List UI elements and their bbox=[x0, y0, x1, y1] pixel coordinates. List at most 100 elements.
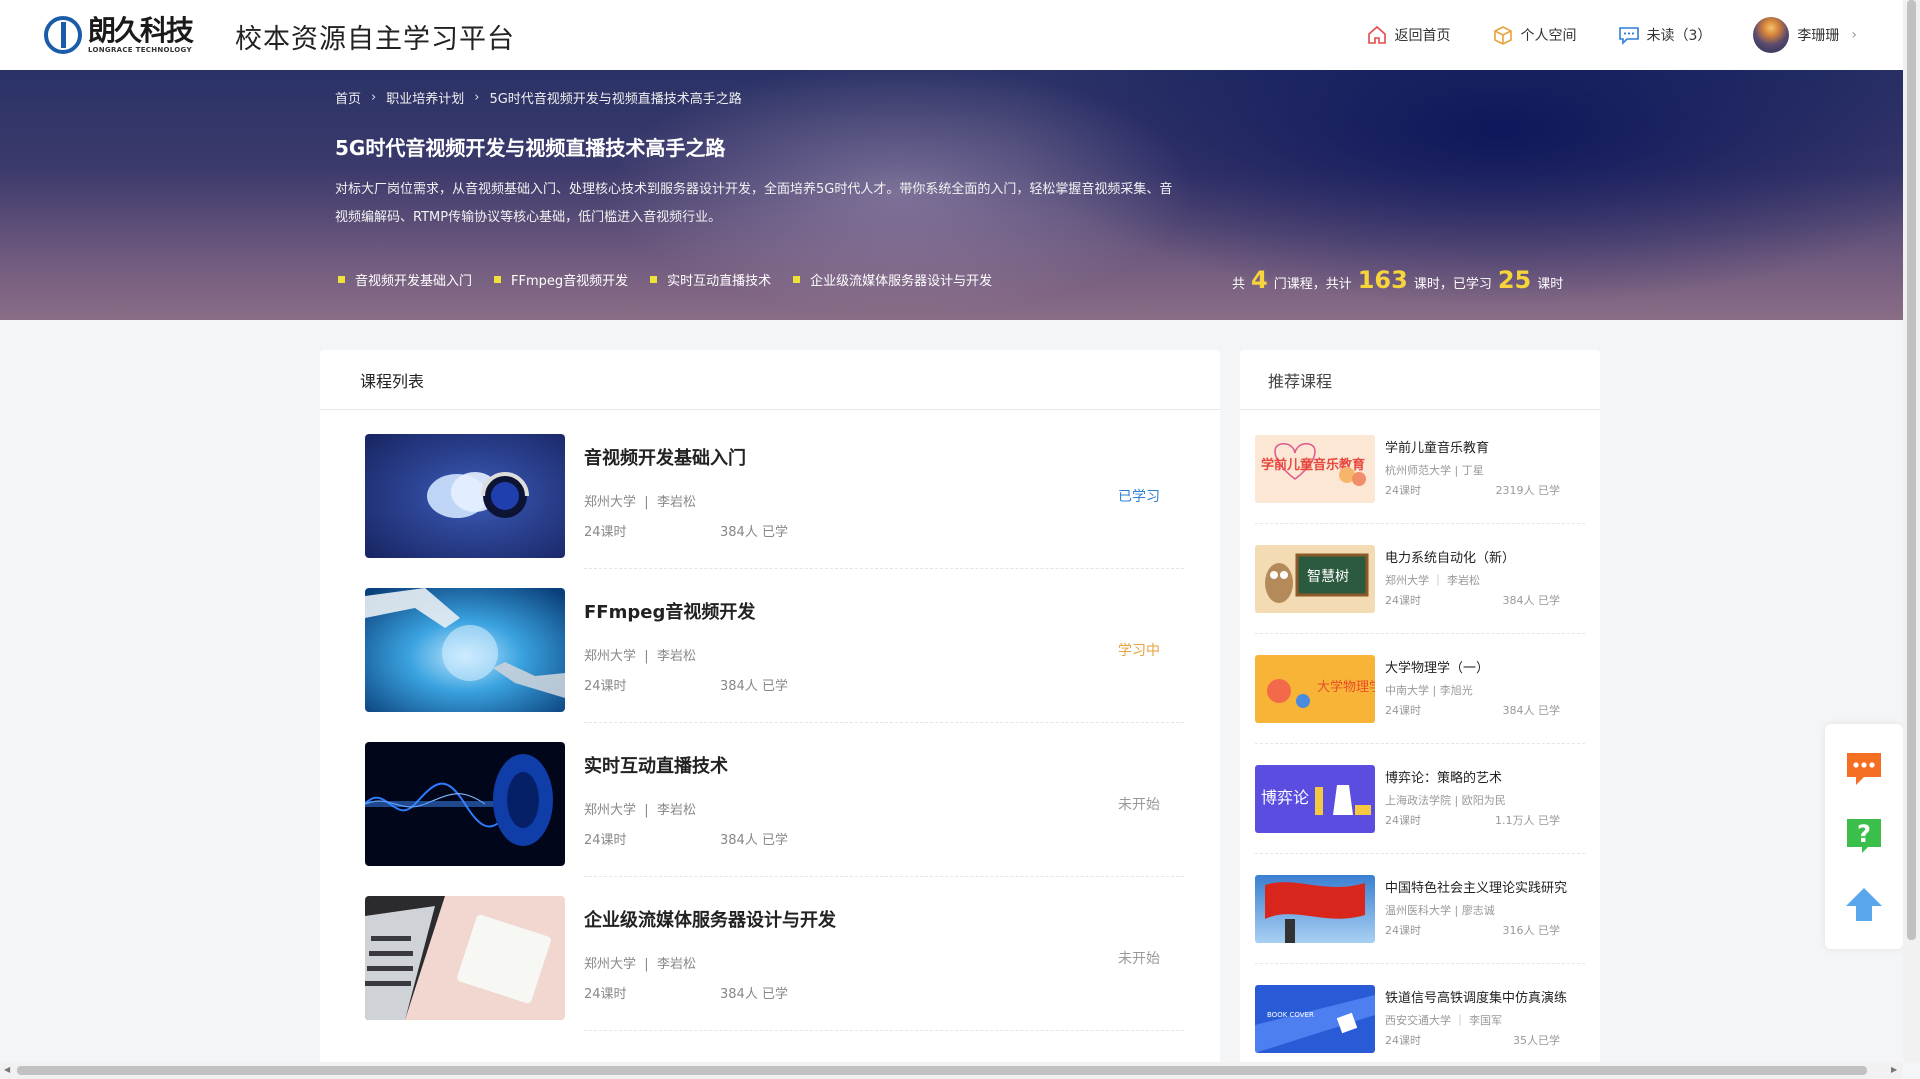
program-tag: FFmpeg音视频开发 bbox=[494, 270, 628, 289]
logo-mark-icon bbox=[44, 16, 82, 54]
laptop-lightbox-image bbox=[365, 896, 565, 1020]
course-title[interactable]: FFmpeg音视频开发 bbox=[584, 598, 755, 624]
recommend-title[interactable]: 电力系统自动化（新） bbox=[1385, 547, 1515, 566]
nav-home-link[interactable]: 返回首页 bbox=[1366, 24, 1450, 46]
nav-unread-link[interactable]: 未读（3） bbox=[1618, 24, 1711, 46]
scroll-right-icon[interactable]: ▶ bbox=[1891, 1065, 1897, 1074]
breadcrumb-home[interactable]: 首页 bbox=[335, 88, 361, 107]
divider bbox=[1255, 523, 1585, 524]
recommend-item[interactable]: 大学物理学 大学物理学（一） 中南大学 | 李旭光 24课时 384人 已学 bbox=[1255, 655, 1585, 765]
top-header: 朗久科技 LONGRACE TECHNOLOGY 校本资源自主学习平台 返回首页… bbox=[0, 0, 1903, 70]
recommend-meta: 郑州大学 ｜ 李岩松 bbox=[1385, 574, 1480, 587]
recommend-heading: 推荐课程 bbox=[1240, 350, 1600, 410]
stats-hours-unit: 课时，已学习 bbox=[1413, 277, 1492, 292]
recommend-title[interactable]: 铁道信号高铁调度集中仿真演练 bbox=[1385, 987, 1567, 1006]
bullet-icon bbox=[494, 276, 502, 283]
recommend-item[interactable]: 智慧树 电力系统自动化（新） 郑州大学 ｜ 李岩松 24课时 384人 已学 bbox=[1255, 545, 1585, 655]
course-learners: 384人 已学 bbox=[720, 679, 788, 694]
breadcrumb-program[interactable]: 职业培养计划 bbox=[386, 88, 464, 107]
program-tag: 实时互动直播技术 bbox=[650, 270, 771, 289]
course-item[interactable]: 音视频开发基础入门 郑州大学 | 李岩松 24课时 384人 已学 已学习 bbox=[365, 434, 1185, 569]
recommend-hours: 24课时 bbox=[1385, 1034, 1421, 1047]
course-thumbnail[interactable] bbox=[365, 588, 565, 712]
nav-unread-label: 未读（3） bbox=[1646, 28, 1712, 44]
course-school: 郑州大学 bbox=[584, 649, 637, 664]
recommend-thumbnail[interactable] bbox=[1255, 875, 1375, 943]
recommend-item[interactable]: 中国特色社会主义理论实践研究 温州医科大学 | 廖志诚 24课时 316人 已学 bbox=[1255, 875, 1585, 985]
course-school-teacher: 郑州大学 | 李岩松 bbox=[584, 957, 696, 972]
recommend-meta: 上海政法学院 | 欧阳为民 bbox=[1385, 794, 1506, 807]
course-hours: 24课时 bbox=[584, 987, 627, 1002]
course-stats: 24课时 384人 已学 bbox=[584, 829, 804, 848]
logo[interactable]: 朗久科技 LONGRACE TECHNOLOGY bbox=[44, 14, 194, 56]
recommend-hours: 24课时 bbox=[1385, 814, 1421, 827]
recommend-thumbnail[interactable]: 大学物理学 bbox=[1255, 655, 1375, 723]
course-title[interactable]: 企业级流媒体服务器设计与开发 bbox=[584, 906, 836, 932]
course-thumbnail[interactable] bbox=[365, 742, 565, 866]
horizontal-scrollbar[interactable]: ◀ ▶ bbox=[0, 1062, 1903, 1079]
course-teacher: 李岩松 bbox=[656, 957, 696, 972]
course-status: 未开始 bbox=[1118, 951, 1160, 967]
course-thumbnail[interactable] bbox=[365, 434, 565, 558]
thumb-text: 智慧树 bbox=[1307, 569, 1349, 585]
recommend-title[interactable]: 中国特色社会主义理论实践研究 bbox=[1385, 877, 1567, 896]
course-item[interactable]: 企业级流媒体服务器设计与开发 郑州大学 | 李岩松 24课时 384人 已学 未开… bbox=[365, 896, 1185, 1031]
horizontal-scroll-thumb[interactable] bbox=[17, 1066, 1867, 1075]
recommend-thumbnail[interactable]: 学前儿童音乐教育 bbox=[1255, 435, 1375, 503]
course-learners: 384人 已学 bbox=[720, 525, 788, 540]
recommend-learners: 384人 已学 bbox=[1502, 594, 1561, 607]
recommend-meta: 温州医科大学 | 廖志诚 bbox=[1385, 904, 1495, 917]
recommend-title[interactable]: 大学物理学（一） bbox=[1385, 657, 1489, 676]
course-school: 郑州大学 bbox=[584, 957, 637, 972]
breadcrumb: 首页 › 职业培养计划 › 5G时代音视频开发与视频直播技术高手之路 bbox=[335, 88, 742, 107]
program-tag-label: FFmpeg音视频开发 bbox=[511, 274, 629, 289]
recommend-title[interactable]: 博弈论：策略的艺术 bbox=[1385, 767, 1502, 786]
thumb-text: BOOK COVER bbox=[1267, 1011, 1314, 1019]
user-menu[interactable]: 李珊珊 › bbox=[1753, 17, 1857, 53]
recommend-thumbnail[interactable]: 智慧树 bbox=[1255, 545, 1375, 613]
game-theory-image: 博弈论 bbox=[1255, 765, 1375, 833]
recommend-item[interactable]: 学前儿童音乐教育 学前儿童音乐教育 杭州师范大学 | 丁星 24课时 2319人… bbox=[1255, 435, 1585, 545]
program-banner: 首页 › 职业培养计划 › 5G时代音视频开发与视频直播技术高手之路 5G时代音… bbox=[0, 70, 1903, 320]
course-hours: 24课时 bbox=[584, 525, 627, 540]
course-status: 已学习 bbox=[1118, 489, 1160, 505]
course-title[interactable]: 音视频开发基础入门 bbox=[584, 444, 746, 470]
vertical-scrollbar[interactable] bbox=[1903, 0, 1920, 1062]
course-hours: 24课时 bbox=[584, 679, 627, 694]
recommend-thumbnail[interactable]: BOOK COVER bbox=[1255, 985, 1375, 1053]
course-teacher: 李岩松 bbox=[656, 803, 696, 818]
stats-learned-hours: 25 bbox=[1497, 266, 1532, 294]
recommend-title[interactable]: 学前儿童音乐教育 bbox=[1385, 437, 1489, 456]
thumb-text: 博弈论 bbox=[1261, 788, 1309, 807]
blackboard-owl-image: 智慧树 bbox=[1255, 545, 1375, 613]
program-title: 5G时代音视频开发与视频直播技术高手之路 bbox=[335, 136, 726, 160]
recommend-item[interactable]: 博弈论 博弈论：策略的艺术 上海政法学院 | 欧阳为民 24课时 1.1万人 已… bbox=[1255, 765, 1585, 875]
program-tag: 音视频开发基础入门 bbox=[338, 270, 472, 289]
course-stats: 24课时 384人 已学 bbox=[584, 675, 804, 694]
stats-learned-unit: 课时 bbox=[1537, 277, 1564, 292]
user-name: 李珊珊 bbox=[1797, 28, 1840, 44]
course-status: 未开始 bbox=[1118, 797, 1160, 813]
nav-space-link[interactable]: 个人空间 bbox=[1492, 24, 1576, 46]
program-tag-label: 企业级流媒体服务器设计与开发 bbox=[810, 274, 993, 289]
vertical-scroll-thumb[interactable] bbox=[1907, 0, 1916, 940]
course-thumbnail[interactable] bbox=[365, 896, 565, 1020]
divider bbox=[1255, 963, 1585, 964]
recommend-learners: 316人 已学 bbox=[1502, 924, 1561, 937]
course-item[interactable]: FFmpeg音视频开发 郑州大学 | 李岩松 24课时 384人 已学 学习中 bbox=[365, 588, 1185, 723]
course-stats: 24课时 384人 已学 bbox=[584, 983, 804, 1002]
chat-button[interactable] bbox=[1844, 749, 1884, 789]
scroll-left-icon[interactable]: ◀ bbox=[4, 1065, 10, 1074]
program-tag-label: 音视频开发基础入门 bbox=[355, 274, 473, 289]
recommend-thumbnail[interactable]: 博弈论 bbox=[1255, 765, 1375, 833]
divider bbox=[584, 876, 1184, 877]
course-item[interactable]: 实时互动直播技术 郑州大学 | 李岩松 24课时 384人 已学 未开始 bbox=[365, 742, 1185, 877]
back-to-top-button[interactable] bbox=[1844, 884, 1884, 924]
help-button[interactable]: ? bbox=[1844, 816, 1884, 856]
nav-space-label: 个人空间 bbox=[1520, 28, 1577, 44]
box-icon bbox=[1494, 26, 1513, 45]
help-icon: ? bbox=[1847, 819, 1881, 853]
course-status: 学习中 bbox=[1118, 643, 1160, 659]
recommend-learners: 1.1万人 已学 bbox=[1495, 814, 1560, 827]
course-title[interactable]: 实时互动直播技术 bbox=[584, 752, 728, 778]
